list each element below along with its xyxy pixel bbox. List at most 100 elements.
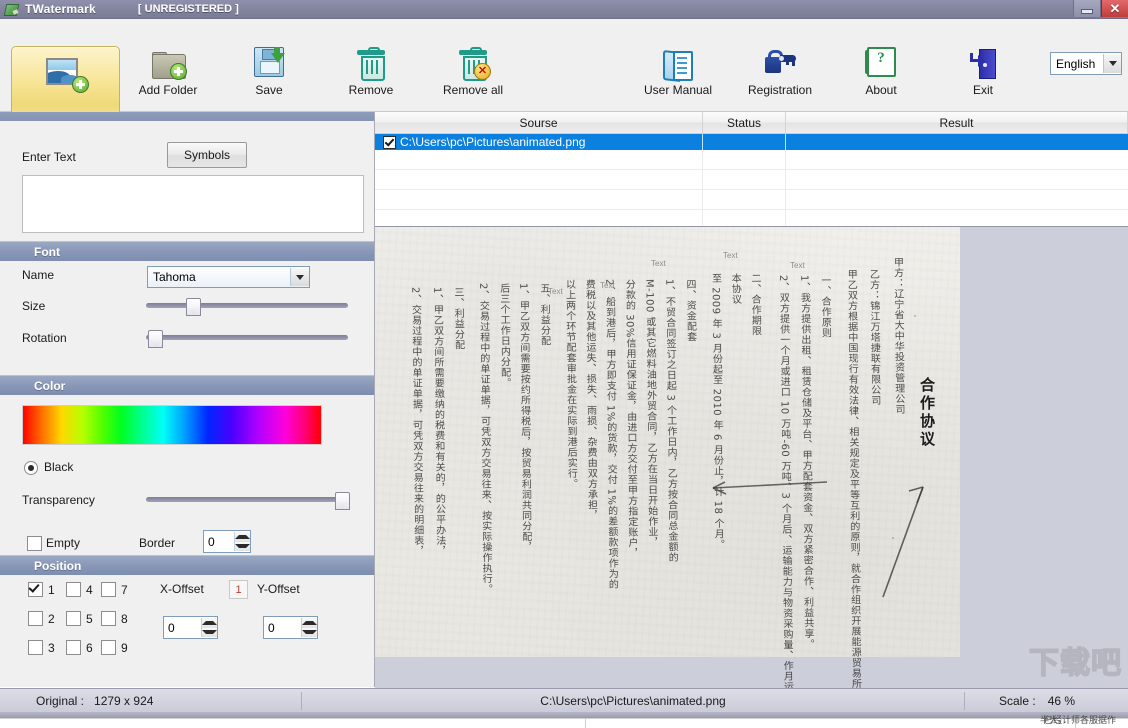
font-rotation-slider-thumb[interactable] (148, 330, 163, 348)
position-checkbox-4[interactable] (66, 582, 81, 597)
user-manual-button[interactable]: User Manual (633, 43, 723, 97)
applied-watermark: Text (548, 287, 563, 296)
font-size-slider[interactable] (146, 298, 348, 316)
font-rotation-label: Rotation (22, 331, 67, 345)
question-book-icon (864, 43, 896, 77)
position-checkbox-1[interactable] (28, 582, 43, 597)
column-header-status[interactable]: Status (703, 112, 786, 133)
position-cell-4[interactable]: 4 (66, 582, 93, 597)
minimize-button[interactable] (1073, 0, 1101, 17)
exit-button[interactable]: Exit (938, 43, 1028, 97)
status-original: Original : 1279 x 924 (0, 692, 301, 710)
column-header-result[interactable]: Result (786, 112, 1128, 133)
position-label-4: 4 (86, 582, 93, 597)
doc-column: 至 2009 年 3 月份起至 2010 年 6 月份止，计 18 个月。 (709, 272, 723, 550)
file-list-header: Sourse Status Result (375, 112, 1128, 134)
add-image-icon (45, 58, 89, 93)
position-checkbox-7[interactable] (101, 582, 116, 597)
position-cell-7[interactable]: 7 (101, 582, 128, 597)
table-row[interactable]: C:\Users\pc\Pictures\animated.png (375, 134, 1128, 150)
border-increment-button[interactable] (235, 532, 250, 542)
position-label-6: 6 (86, 640, 93, 655)
y-offset-value: 0 (268, 620, 275, 635)
watermark-text-input[interactable] (22, 175, 364, 233)
save-button[interactable]: Save (224, 43, 314, 97)
settings-panel: Enter Text Symbols Font Name Tahoma Size… (0, 112, 375, 687)
doc-column: 二、合作期限 (748, 272, 761, 337)
language-select[interactable]: English (1050, 52, 1122, 75)
position-checkbox-5[interactable] (66, 611, 81, 626)
registration-status: [ UNREGISTERED ] (137, 3, 239, 15)
exit-label: Exit (972, 83, 993, 97)
x-offset-increment-button[interactable] (202, 618, 217, 628)
position-cell-5[interactable]: 5 (66, 611, 93, 626)
doc-column: 2、交易过程中的单证单据，可凭双方交易往来、按实际操作执行。 (476, 282, 491, 595)
position-checkbox-3[interactable] (28, 640, 43, 655)
about-button[interactable]: About (836, 43, 926, 97)
remove-label: Remove (348, 83, 394, 97)
column-header-source[interactable]: Sourse (375, 112, 704, 133)
font-name-value: Tahoma (153, 270, 196, 284)
image-preview[interactable]: 合作协议 甲方：辽宁省大中华投资管理公司 乙方：锦江万塔捷联有限公司 甲乙双方根… (375, 226, 1128, 688)
position-cell-8[interactable]: 8 (101, 611, 128, 626)
row-checkbox[interactable] (383, 135, 396, 149)
position-cell-3[interactable]: 3 (28, 640, 55, 655)
border-label: Border (139, 536, 176, 550)
position-checkbox-2[interactable] (28, 611, 43, 626)
position-cell-9[interactable]: 9 (101, 640, 128, 655)
position-checkbox-6[interactable] (66, 640, 81, 655)
transparency-slider[interactable] (146, 492, 350, 510)
color-black-radio[interactable] (24, 461, 38, 475)
doc-column: 一、合作原则 (818, 274, 831, 339)
x-offset-decrement-button[interactable] (202, 627, 217, 637)
position-checkbox-8[interactable] (101, 611, 116, 626)
position-label-9: 9 (121, 640, 128, 655)
row-source-cell[interactable]: C:\Users\pc\Pictures\animated.png (375, 134, 703, 150)
doc-column: 五、利益分配 (537, 282, 550, 347)
user-manual-label: User Manual (643, 83, 713, 97)
symbols-button[interactable]: Symbols (167, 142, 247, 168)
scale-label: Scale : (999, 694, 1036, 708)
about-label: About (865, 83, 897, 97)
font-size-label: Size (22, 299, 46, 313)
position-cell-2[interactable]: 2 (28, 611, 55, 626)
doc-column: 1、甲乙双方间需要按约所得税后，按贸易利润共同分配， (516, 282, 531, 553)
row-source-text: C:\Users\pc\Pictures\animated.png (400, 135, 586, 149)
add-folder-button[interactable]: Add Folder (123, 43, 213, 97)
y-offset-increment-button[interactable] (302, 618, 317, 628)
font-rotation-slider[interactable] (146, 330, 348, 348)
x-offset-spinner[interactable]: 0 (163, 616, 218, 639)
exit-door-icon (970, 43, 996, 79)
preview-document: 合作协议 甲方：辽宁省大中华投资管理公司 乙方：锦江万塔捷联有限公司 甲乙双方根… (375, 227, 960, 688)
list-item[interactable] (375, 170, 1128, 190)
empty-checkbox[interactable] (27, 536, 42, 551)
doc-column: 1、甲乙双方间所需要缴纳的税费和有关的，的公平办法， (430, 286, 445, 557)
font-size-slider-thumb[interactable] (186, 298, 201, 316)
border-value: 0 (208, 534, 215, 549)
registration-button[interactable]: Registration (735, 43, 825, 97)
app-icon (3, 3, 20, 16)
y-offset-decrement-button[interactable] (302, 627, 317, 637)
chevron-down-icon[interactable] (290, 268, 309, 286)
list-item[interactable] (375, 190, 1128, 210)
color-section-title: Color (34, 378, 66, 393)
remove-button[interactable]: Remove (326, 43, 416, 97)
book-icon (663, 43, 693, 82)
list-item[interactable] (375, 150, 1128, 170)
doc-column: 以上两个环节配套审批金在实际到港后实行。 (562, 278, 577, 490)
color-spectrum-picker[interactable] (22, 405, 322, 445)
remove-all-button[interactable]: ✕ Remove all (428, 43, 518, 97)
color-section-header: Color (0, 375, 374, 395)
position-cell-1[interactable]: 1 (28, 582, 55, 597)
font-section-header: Font (0, 241, 374, 261)
border-spinner[interactable]: 0 (203, 530, 251, 553)
transparency-slider-thumb[interactable] (335, 492, 350, 510)
chevron-down-icon[interactable] (1103, 54, 1121, 73)
font-name-select[interactable]: Tahoma (147, 266, 310, 288)
close-button[interactable]: ✕ (1101, 0, 1128, 17)
border-decrement-button[interactable] (235, 541, 250, 551)
y-offset-spinner[interactable]: 0 (263, 616, 318, 639)
position-cell-6[interactable]: 6 (66, 640, 93, 655)
doc-column: 甲乙双方根据中国现行有效法律、相关规定及平等互利的原则，就合作组织开展能源贸易所… (844, 268, 863, 688)
position-checkbox-9[interactable] (101, 640, 116, 655)
